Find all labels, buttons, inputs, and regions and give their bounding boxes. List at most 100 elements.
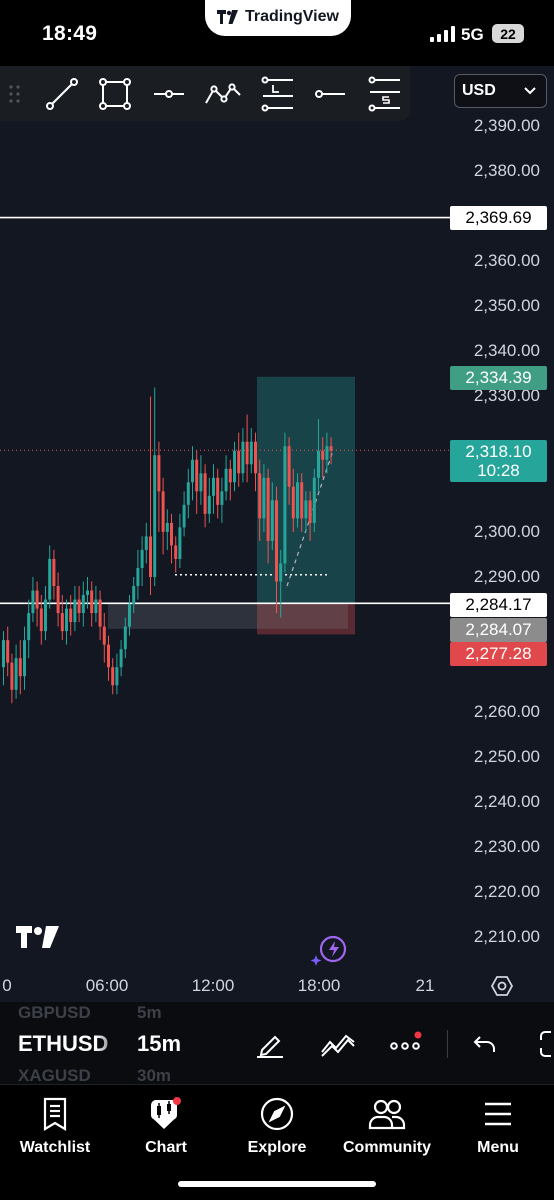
demand-zone xyxy=(108,603,348,629)
candle-body xyxy=(10,662,14,690)
nav-chart[interactable]: Chart xyxy=(111,1095,221,1165)
candle-body xyxy=(304,500,308,519)
trend-line-tool[interactable] xyxy=(42,74,82,114)
candle-body xyxy=(258,473,262,519)
battery-level: 22 xyxy=(500,25,516,42)
candle-body xyxy=(296,482,299,519)
candle-body xyxy=(161,491,165,532)
tradingview-watermark-icon xyxy=(16,926,59,948)
candle-body xyxy=(312,477,316,523)
price-tick: 2,390.00 xyxy=(473,116,540,135)
undo-button[interactable] xyxy=(467,1026,503,1062)
candle-body xyxy=(69,608,73,623)
candle-body xyxy=(77,599,81,614)
candle-body xyxy=(199,473,203,492)
next-timeframe[interactable]: 30m xyxy=(137,1066,171,1084)
nav-community[interactable]: Community xyxy=(332,1095,442,1165)
candle-body xyxy=(233,450,236,483)
candle-body xyxy=(186,482,190,505)
drawing-tools-button[interactable] xyxy=(252,1026,288,1062)
candle-body xyxy=(262,477,266,519)
candle-body xyxy=(132,586,136,605)
candle-body xyxy=(220,491,224,505)
last-price: 2,318.10 xyxy=(465,442,532,461)
candle-body xyxy=(14,658,18,690)
timeframe-select[interactable]: 15m xyxy=(137,1031,181,1057)
drag-handle-icon[interactable] xyxy=(8,84,22,104)
chart-area[interactable]: USD 2,390.00 2,380.00 2,360.00 2,350.00 … xyxy=(0,66,554,1010)
entry-price-tag: 2,284.07 xyxy=(450,618,547,642)
tradingview-logo-icon xyxy=(217,10,239,24)
candle-body xyxy=(170,522,173,546)
candle-body xyxy=(107,644,110,668)
candle-body xyxy=(245,441,249,465)
pen-icon xyxy=(257,1035,283,1058)
prev-symbol[interactable]: GBPUSD xyxy=(18,1003,91,1023)
candle-body xyxy=(23,640,26,677)
rectangle-icon xyxy=(99,78,131,110)
symbol-name[interactable]: ETHUSD xyxy=(18,1031,108,1057)
nav-menu[interactable]: Menu xyxy=(443,1095,553,1165)
candle-body xyxy=(56,586,60,614)
candle-body xyxy=(35,590,39,609)
candle-body xyxy=(228,468,232,483)
candle-body xyxy=(182,504,186,528)
horizontal-line-tool[interactable] xyxy=(310,74,350,114)
status-time: 18:49 xyxy=(42,22,98,45)
candle-body xyxy=(325,446,329,460)
more-dots-icon xyxy=(390,1031,422,1050)
bar-countdown: 10:28 xyxy=(477,461,520,480)
symbol-bar: GBPUSD 5m ETHUSD 15m XAGUSD 30m xyxy=(0,1002,554,1084)
support-price-tag: 2,284.17 xyxy=(450,593,547,617)
candle-body xyxy=(86,590,89,596)
candle-body xyxy=(149,536,152,577)
short-position-tool[interactable] xyxy=(364,74,404,114)
candle-body xyxy=(174,545,178,559)
last-price-tag: 2,318.10 10:28 xyxy=(450,440,547,482)
tradingview-pill: TradingView xyxy=(205,0,351,36)
toolbar-divider xyxy=(447,1030,448,1058)
more-options-button[interactable] xyxy=(388,1026,424,1062)
price-tick: 2,230.00 xyxy=(473,837,540,856)
flash-assistant-icon[interactable] xyxy=(310,934,350,968)
nav-label: Watchlist xyxy=(19,1139,91,1156)
candle-body xyxy=(81,595,85,614)
candle-body xyxy=(283,446,287,564)
nav-label: Community xyxy=(343,1139,431,1156)
time-label: 0 xyxy=(2,976,12,995)
nav-label: Menu xyxy=(477,1139,519,1156)
candle-body xyxy=(27,613,31,641)
home-indicator[interactable] xyxy=(178,1181,376,1187)
candle-body xyxy=(157,455,161,492)
long-position-tool[interactable] xyxy=(257,74,297,114)
horizontal-ray-tool[interactable] xyxy=(149,74,189,114)
symbol-fade xyxy=(96,1022,126,1068)
price-tick: 2,380.00 xyxy=(473,161,540,180)
rectangle-tool[interactable] xyxy=(95,74,135,114)
candle-body xyxy=(216,477,220,505)
candle-body xyxy=(48,558,52,600)
nav-explore[interactable]: Explore xyxy=(222,1095,332,1165)
candle-body xyxy=(275,500,278,582)
candle-body xyxy=(73,599,77,623)
next-symbol[interactable]: XAGUSD xyxy=(18,1066,91,1084)
path-tool[interactable] xyxy=(203,74,243,114)
fullscreen-button[interactable] xyxy=(532,1026,554,1062)
chart-settings-icon[interactable] xyxy=(490,974,514,998)
candle-body xyxy=(60,613,64,632)
take-profit-zone xyxy=(257,376,355,604)
time-label: 18:00 xyxy=(297,976,341,995)
candle-body xyxy=(237,450,241,474)
path-icon xyxy=(205,83,241,104)
nav-label: Explore xyxy=(247,1139,307,1156)
chart-icon xyxy=(151,1097,181,1129)
nav-watchlist[interactable]: Watchlist xyxy=(0,1095,110,1165)
candle-body xyxy=(18,658,22,677)
compass-icon xyxy=(260,1097,294,1131)
signal-icon xyxy=(430,26,455,42)
indicators-button[interactable] xyxy=(320,1026,356,1062)
candle-body xyxy=(128,604,131,627)
drawing-toolbar xyxy=(0,66,410,121)
prev-timeframe[interactable]: 5m xyxy=(137,1003,162,1023)
currency-select[interactable]: USD xyxy=(454,74,547,108)
